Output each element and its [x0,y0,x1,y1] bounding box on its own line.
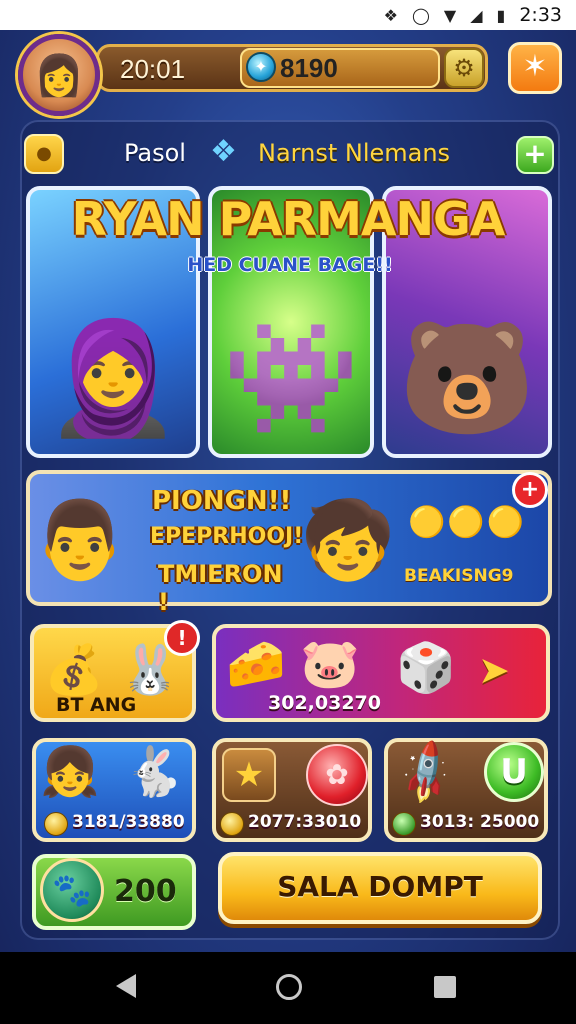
hero-subtitle: HED CUANE BAGE!! [187,254,393,276]
favorite-button[interactable]: ✶ [508,42,562,94]
gold-tile-label: BT ANG [56,694,137,716]
promo-hero-figure: 🧒 [300,495,396,584]
crystal-icon: ❖ [210,134,237,169]
pet-tile-value: 200 [114,874,177,909]
green-gem-icon [392,812,416,836]
pet-icon[interactable]: 🐾 [40,858,104,922]
girl-avatar-icon: 👧 [40,744,100,800]
star-icon: ✶ [522,49,548,84]
promo-add-button[interactable]: + [512,472,548,508]
coin-icon [44,812,68,836]
settings-button[interactable]: ⚙ [444,48,484,88]
beast-figure: 🐻 [398,314,536,442]
promo-reward-label: BEAKISNG9 [404,566,514,586]
warrior-figure: 🧕 [44,314,182,442]
alarm-icon: ◯ [411,5,430,25]
gold-tile-badge: ! [164,620,200,656]
hud-timer: 20:01 [120,54,186,84]
promo-line-3: TMIERON ! [158,560,283,616]
coin-icon [220,812,244,836]
pig-icon: 🐷 [300,636,360,692]
player-tile-value: 3181/33880 [72,812,185,832]
orb-tile-value: 2077:33010 [248,812,362,832]
rabbit-icon: 🐇 [124,744,184,800]
nav-label-right[interactable]: Narnst Nlemans [258,136,488,170]
promo-line-1: PIONGN!! [152,486,292,516]
recent-apps-icon[interactable] [434,976,456,998]
gem-icon: ✦ [246,52,276,82]
promo-mechanic-figure: 👨 [32,495,128,584]
upgrade-button[interactable]: U [484,742,544,802]
boost-tile-value: 3013: 25000 [420,812,540,832]
battery-icon: ▮ [496,5,506,25]
red-orb-icon: ✿ [306,744,368,806]
signal-icon: ◢ [470,5,483,25]
status-time: 2:33 [519,4,562,26]
gold-bars-icon: 💰 [44,642,104,698]
player-avatar[interactable]: 👩 [18,34,100,116]
wifi-icon: ▼ [443,5,457,25]
hero-title: RYAN PARMANGA [71,192,506,246]
status-bar: ❖ ◯ ▼ ◢ ▮ 2:33 [0,0,576,30]
nfc-icon: ❖ [383,5,398,25]
reward-tile-value: 302,03270 [268,692,381,714]
gear-icon: ⚙ [453,54,475,82]
coin-menu-button[interactable]: ● [24,134,64,174]
currency-value: 8190 [280,53,338,83]
back-icon[interactable] [116,974,136,998]
arrow-right-icon[interactable]: ➤ [478,650,528,690]
coin-icon: ● [36,143,52,164]
cheese-icon: 🧀 [226,636,286,692]
add-button[interactable]: + [516,136,554,174]
creature-figure: 👾 [222,314,360,442]
nav-label-left[interactable]: Pasol [124,136,214,170]
dice-icon: 🎲 [396,640,456,696]
star-box-icon: ★ [222,748,276,802]
main-action-label[interactable]: SALA DOMPT [218,852,542,922]
home-icon[interactable] [276,974,302,1000]
promo-line-2: EPEPRHOOJ! [150,524,304,549]
